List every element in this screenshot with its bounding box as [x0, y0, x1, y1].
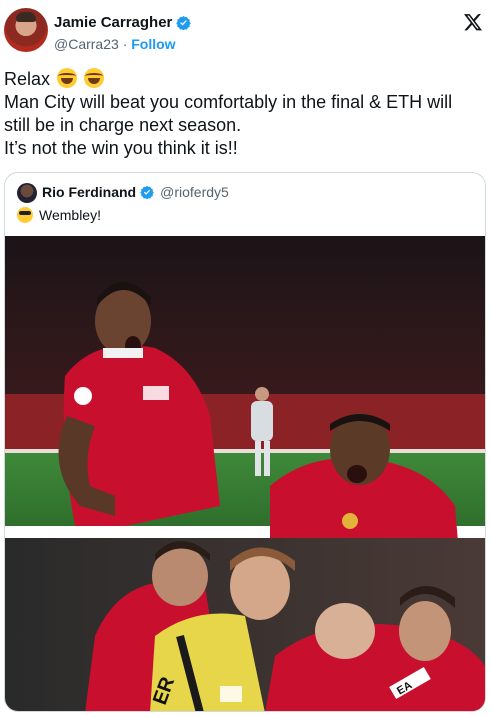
- tweet-card: Jamie Carragher @Carra23 · Follow Relax …: [0, 0, 491, 716]
- author-name-row[interactable]: Jamie Carragher: [54, 14, 192, 31]
- tears-of-joy-emoji-icon: [84, 68, 105, 88]
- verified-badge-icon: [176, 15, 192, 30]
- author-subline: @Carra23 · Follow: [54, 36, 176, 52]
- quoted-author-handle[interactable]: @rioferdy5: [160, 184, 229, 200]
- tweet-line-3: still be in charge next season.: [4, 115, 242, 135]
- author-handle[interactable]: @Carra23: [54, 36, 119, 52]
- separator-dot: ·: [122, 36, 128, 52]
- author-name[interactable]: Jamie Carragher: [54, 14, 172, 31]
- quoted-author-avatar[interactable]: [17, 183, 37, 203]
- tweet-line-1: Relax: [4, 68, 488, 91]
- tweet-line-4: It’s not the win you think it is!!: [4, 138, 238, 158]
- tweet-text: Relax Man City will beat you comfortably…: [4, 68, 488, 160]
- quoted-tweet[interactable]: Rio Ferdinand @rioferdy5 Wembley! ER EA: [4, 172, 486, 712]
- quoted-text: Wembley!: [17, 207, 101, 223]
- author-avatar[interactable]: [4, 8, 48, 52]
- tweet-line-2: Man City will beat you comfortably in th…: [4, 92, 453, 112]
- sunglasses-emoji-icon: [17, 207, 33, 223]
- verified-badge-icon: [140, 185, 154, 199]
- quoted-author-row: Rio Ferdinand @rioferdy5: [42, 184, 229, 200]
- tears-of-joy-emoji-icon: [57, 68, 78, 88]
- quoted-author-name[interactable]: Rio Ferdinand: [42, 184, 136, 200]
- follow-button[interactable]: Follow: [131, 36, 175, 52]
- x-logo-icon[interactable]: [463, 12, 483, 32]
- quoted-text-body: Wembley!: [39, 207, 101, 223]
- quoted-media-image[interactable]: ER EA: [5, 236, 485, 712]
